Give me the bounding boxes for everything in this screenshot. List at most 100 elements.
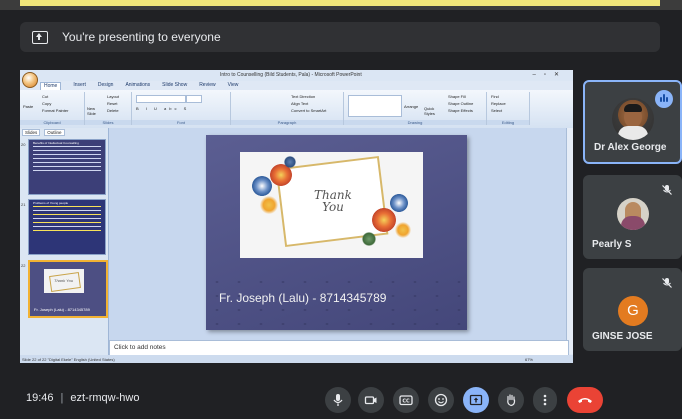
ppt-window-title: Intro to Counselling (Bild Students, Pal… <box>220 72 362 78</box>
quick-styles-label: Quick Styles <box>424 106 435 116</box>
shared-tab-strip <box>20 0 660 6</box>
ribbon-tabs: Home Insert Design Animations Slide Show… <box>40 82 573 90</box>
current-slide: Thank You Fr. Joseph (Lalu) - 8714345789 <box>206 135 467 330</box>
pane-tab-slides: Slides <box>22 129 41 136</box>
hang-up-icon <box>578 398 592 403</box>
leave-call-button[interactable] <box>567 387 603 413</box>
group-label-editing: Editing <box>487 120 529 125</box>
participant-tile[interactable]: Dr Alex George <box>583 80 682 164</box>
ribbon-group-clipboard: Paste Cut Copy Format Painter Clipboard <box>20 92 85 125</box>
captions-button[interactable]: CC <box>393 387 419 413</box>
layout-label: Layout <box>107 94 120 99</box>
smartart-label: Convert to SmartArt <box>291 108 327 113</box>
group-label-drawing: Drawing <box>344 120 486 125</box>
meeting-code[interactable]: ezt-rmqw-hwo <box>70 392 139 404</box>
raise-hand-button[interactable] <box>498 387 524 413</box>
font-name-box <box>136 95 186 103</box>
captions-icon: CC <box>399 395 413 406</box>
shape-effects-label: Shape Effects <box>448 108 473 113</box>
arrange-label: Arrange <box>404 104 419 109</box>
presenting-banner-text: You're presenting to everyone <box>62 30 221 44</box>
camera-icon <box>364 396 377 405</box>
svg-text:CC: CC <box>402 399 410 405</box>
speaking-indicator-icon <box>655 90 673 108</box>
camera-button[interactable] <box>358 387 384 413</box>
select-label: Select <box>491 108 503 113</box>
slide-edit-area: Thank You Fr. Joseph (Lalu) - 8714345789 <box>109 128 573 340</box>
participant-tile[interactable]: Pearly S <box>583 175 682 259</box>
ribbon-group-paragraph: Text Direction Align Text Convert to Sma… <box>231 92 344 125</box>
thumb-caption: Problems of Young people <box>33 201 69 205</box>
ribbon: Paste Cut Copy Format Painter Clipboard … <box>20 90 573 129</box>
flower-icon <box>390 194 408 212</box>
leaf-icon <box>362 232 376 246</box>
thumb-caption: Benefits of Intellectual Counselling <box>33 141 79 145</box>
present-button[interactable] <box>463 387 489 413</box>
participant-tile[interactable]: G GINSE JOSE <box>583 268 682 351</box>
microphone-button[interactable] <box>325 387 351 413</box>
presented-screen: Intro to Counselling (Bild Students, Pal… <box>20 70 573 363</box>
ribbon-tab-insert: Insert <box>73 82 86 88</box>
thumb-number: 22 <box>21 263 26 268</box>
flower-icon <box>395 222 411 238</box>
pane-tabs: Slides Outline <box>22 129 65 136</box>
delete-label: Delete <box>107 108 119 113</box>
ribbon-tab-review: Review <box>199 82 216 88</box>
ribbon-group-drawing: Arrange Quick Styles Shape Fill Shape Ou… <box>344 92 487 125</box>
mic-off-icon <box>662 278 672 288</box>
more-options-button[interactable] <box>533 387 557 413</box>
text-direction-label: Text Direction <box>291 94 316 99</box>
participant-name: Dr Alex George <box>594 142 667 153</box>
office-button-icon <box>22 72 38 88</box>
copy-label: Copy <box>42 101 52 106</box>
font-size-box <box>186 95 202 103</box>
slide-thumbnail-selected: Thank You Fr. Joseph (Lalu) - 8714345789 <box>28 260 108 318</box>
flower-icon <box>284 156 296 168</box>
group-label-slides: Slides <box>85 120 131 125</box>
cut-label: Cut <box>42 94 49 99</box>
ribbon-tab-animations: Animations <box>125 82 151 88</box>
slide-scrollbar <box>566 128 573 354</box>
window-controls-icon: –▫✕ <box>532 72 567 78</box>
participant-name: Pearly S <box>592 239 632 250</box>
align-text-label: Align Text <box>291 101 309 106</box>
thumb-thank-you: Thank You <box>54 278 74 283</box>
flower-icon <box>260 196 278 214</box>
slide-thumbnail-pane: Slides Outline 20 Benefits of Intellectu… <box>20 128 109 355</box>
thank-you-image: Thank You <box>240 152 423 258</box>
ribbon-group-editing: Find Replace Select Editing <box>487 92 530 125</box>
ribbon-tab-slideshow: Slide Show <box>162 82 188 88</box>
meeting-time: 19:46 <box>26 392 54 404</box>
slide-contact-text: Fr. Joseph (Lalu) - 8714345789 <box>219 291 387 305</box>
ppt-titlebar: Intro to Counselling (Bild Students, Pal… <box>20 70 573 81</box>
group-label-clipboard: Clipboard <box>20 120 84 125</box>
ribbon-tab-home: Home <box>40 82 62 90</box>
paste-label: Paste <box>23 104 34 109</box>
flower-icon <box>372 208 396 232</box>
slide-thank-you-text: Thank You <box>314 188 352 214</box>
font-style-buttons: B I U abc S <box>136 106 190 111</box>
new-slide-label: New Slide <box>87 106 96 116</box>
meeting-info-separator: | <box>60 392 64 404</box>
notes-placeholder: Click to add notes <box>114 344 166 351</box>
participant-name: GINSE JOSE <box>592 331 653 342</box>
shape-outline-label: Shape Outline <box>448 101 474 106</box>
thumb-number: 21 <box>21 202 26 207</box>
reactions-button[interactable] <box>428 387 454 413</box>
present-icon <box>469 394 483 406</box>
participant-avatar <box>617 198 649 230</box>
more-icon <box>543 394 547 406</box>
slide-thumbnail: Benefits of Intellectual Counselling <box>28 139 106 195</box>
participant-initial-avatar: G <box>618 296 648 326</box>
status-zoom: 67% <box>524 357 533 362</box>
microphone-icon <box>333 394 343 406</box>
group-label-font: Font <box>132 120 230 125</box>
thumb-number: 20 <box>21 142 26 147</box>
emoji-icon <box>434 393 448 407</box>
presenting-banner: You're presenting to everyone <box>20 22 660 52</box>
pane-tab-outline: Outline <box>44 129 65 136</box>
group-label-paragraph: Paragraph <box>231 120 343 125</box>
ribbon-group-font: B I U abc S Font <box>132 92 231 125</box>
reset-label: Reset <box>107 101 118 106</box>
flower-icon <box>252 176 272 196</box>
